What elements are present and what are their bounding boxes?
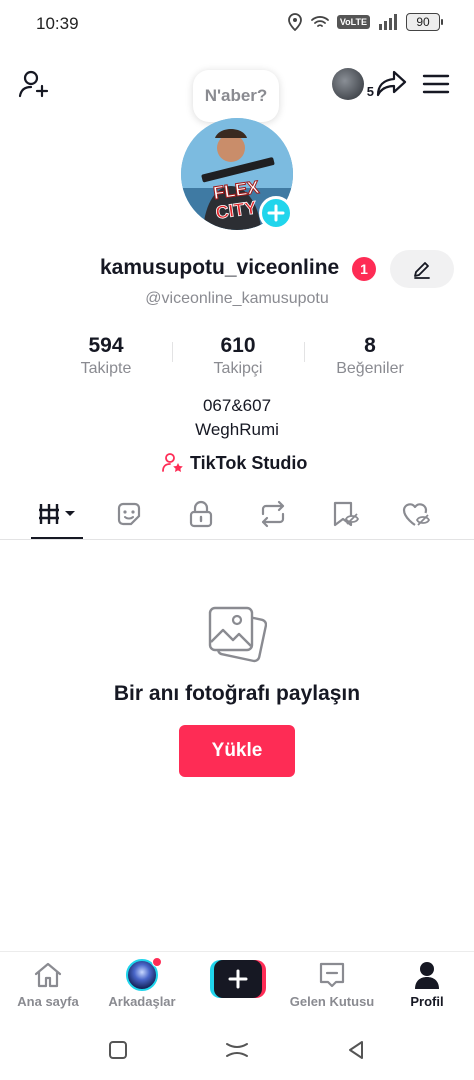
stat-likes[interactable]: 8 Beğeniler [304,334,436,384]
bio-line: WeghRumi [195,420,279,439]
note-bubble[interactable]: N'aber? [193,70,279,122]
tab-reposts[interactable] [248,496,298,532]
creator-star-icon [162,453,183,472]
bookmark-hidden-icon [333,501,360,527]
stat-value: 594 [88,334,124,357]
profile-stats: 594 Takipte 610 Takipçi 8 Beğeniler [40,334,436,384]
tab-favorites[interactable] [320,496,370,532]
photos-icon [208,606,267,663]
account-count: 5 [366,84,374,99]
home-icon [34,962,62,988]
username: kamusupotu_viceonline [100,256,340,279]
volte-badge: VoLTE [336,15,370,29]
grid-dropdown-icon [39,504,75,524]
nav-label: Arkadaşlar [108,994,176,1009]
tab-stickers[interactable] [104,496,154,532]
signal-icon [379,14,397,30]
friends-notification-dot [152,957,162,967]
account-switcher-avatar[interactable] [332,68,364,100]
add-user-icon [18,70,49,98]
active-tab-indicator [31,537,83,539]
create-button[interactable] [210,960,266,998]
hamburger-menu-icon [422,74,450,94]
status-icons: VoLTE 90 [287,13,443,31]
add-friend-button[interactable] [16,66,52,102]
nav-label: Profil [410,994,444,1009]
add-story-button[interactable] [259,196,293,230]
tab-videos[interactable] [32,496,82,532]
share-icon [376,70,407,97]
lock-icon [189,500,213,528]
nav-inbox[interactable]: Gelen Kutusu [285,958,379,1012]
nav-friends[interactable]: Arkadaşlar [95,957,189,1012]
tab-private[interactable] [176,496,226,532]
plus-icon [228,969,248,989]
recent-apps-button[interactable] [104,1036,132,1064]
back-button[interactable] [342,1036,370,1064]
stat-followers[interactable]: 610 Takipçi [172,334,304,384]
repost-icon [261,500,285,528]
status-time: 10:39 [36,14,79,33]
sticker-icon [117,502,141,526]
home-gesture-icon [226,1043,248,1057]
stat-value: 610 [220,334,256,357]
tab-liked[interactable] [392,496,442,532]
bottom-nav: Ana sayfa Arkadaşlar Gelen Kutusu Profil [0,951,474,1013]
nav-profile[interactable]: Profil [380,958,474,1012]
tiktok-studio-label: TikTok Studio [190,452,308,473]
stat-following[interactable]: 594 Takipte [40,334,172,384]
heart-hidden-icon [402,503,431,526]
notification-badge[interactable]: 1 [352,257,376,281]
edit-profile-button[interactable] [390,250,454,288]
battery-indicator: 90 [406,13,443,31]
wifi-icon [310,16,329,27]
profile-icon [415,962,439,989]
nav-label: Gelen Kutusu [289,994,375,1009]
stat-label: Takipte [80,360,132,377]
square-icon [109,1041,127,1059]
location-icon [287,13,302,31]
user-handle: @viceonline_kamusupotu [145,290,329,307]
tiktok-studio-link[interactable]: TikTok Studio [162,450,307,476]
home-system-button[interactable] [223,1036,251,1064]
inbox-icon [319,962,345,988]
share-profile-button[interactable] [374,66,410,102]
menu-button[interactable] [418,66,454,102]
pencil-icon [414,262,430,279]
upload-button[interactable]: Yükle [179,725,295,777]
nav-label: Ana sayfa [17,994,79,1009]
back-triangle-icon [349,1041,363,1059]
stat-label: Takipçi [213,360,263,377]
stat-value: 8 [364,334,376,357]
friends-avatar [126,957,162,991]
plus-icon [267,204,285,222]
username-row: kamusupotu_viceonline 1 [0,250,474,288]
status-bar: 10:39 VoLTE 90 [0,0,474,48]
bio-line: 067&607 [202,396,272,415]
bio: 067&607 WeghRumi [0,394,474,442]
nav-home[interactable]: Ana sayfa [1,958,95,1012]
content-tabs [0,490,474,540]
system-nav-bar [0,1018,474,1080]
empty-state-text: Bir anı fotoğrafı paylaşın [113,682,361,705]
stat-label: Beğeniler [336,360,404,377]
